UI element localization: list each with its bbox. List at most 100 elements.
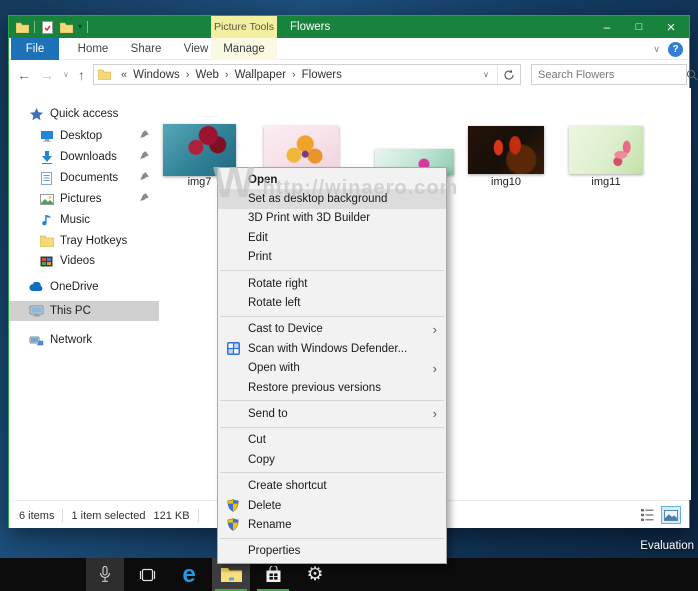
menu-item-open[interactable]: Open — [218, 170, 446, 189]
film-icon — [39, 254, 54, 269]
network-icon — [29, 333, 44, 348]
menu-item-3d-print[interactable]: 3D Print with 3D Builder — [218, 209, 446, 228]
menu-item-create-shortcut[interactable]: Create shortcut — [218, 476, 446, 495]
ribbon-tab-row: File Home Share View Manage ∨ ? — [9, 38, 689, 60]
address-folder-icon — [98, 69, 111, 80]
menu-item-rename[interactable]: Rename — [218, 515, 446, 534]
desktop-background: ▾ Picture Tools Flowers – □ × File Home … — [0, 0, 698, 591]
sidebar-item-desktop[interactable]: Desktop — [9, 126, 159, 146]
search-input[interactable] — [532, 68, 686, 81]
ribbon-collapse-chevron-icon[interactable]: ∨ — [653, 44, 660, 55]
details-view-icon[interactable] — [637, 506, 657, 524]
taskbar-microphone-button[interactable] — [86, 558, 124, 591]
tab-home[interactable]: Home — [71, 38, 115, 60]
refresh-icon[interactable] — [498, 65, 520, 84]
menu-item-cast-to-device[interactable]: Cast to Device › — [218, 320, 446, 339]
title-bar[interactable]: ▾ Picture Tools Flowers – □ × — [9, 16, 689, 38]
address-bar[interactable]: « Windows › Web › Wallpaper › Flowers ∨ — [93, 64, 521, 85]
sidebar-item-pictures[interactable]: Pictures — [9, 189, 159, 209]
file-thumbnail-img11[interactable] — [569, 126, 643, 174]
close-button[interactable]: × — [655, 16, 687, 38]
file-thumbnail-img8[interactable] — [264, 126, 339, 173]
breadcrumb-windows[interactable]: Windows — [131, 69, 182, 81]
sidebar-item-downloads[interactable]: Downloads — [9, 147, 159, 167]
taskbar-edge-button[interactable]: e — [170, 558, 208, 591]
submenu-arrow-icon: › — [432, 321, 437, 337]
menu-item-copy[interactable]: Copy — [218, 450, 446, 469]
sidebar-item-videos[interactable]: Videos — [9, 251, 159, 271]
menu-separator — [220, 472, 444, 474]
pin-icon — [140, 172, 149, 181]
navigation-pane: Quick access Desktop Downloads Documents… — [9, 88, 159, 500]
cloud-icon — [29, 280, 44, 295]
sidebar-item-music[interactable]: Music — [9, 210, 159, 230]
maximize-button[interactable]: □ — [623, 16, 655, 38]
history-dropdown-icon[interactable]: ∨ — [63, 70, 69, 79]
taskbar-task-view-button[interactable] — [128, 558, 166, 591]
sidebar-item-this-pc[interactable]: This PC — [9, 301, 159, 321]
uac-shield-icon — [218, 499, 248, 512]
sidebar-item-onedrive[interactable]: OneDrive — [9, 277, 159, 297]
download-arrow-icon — [39, 150, 54, 165]
address-dropdown-icon[interactable]: ∨ — [475, 65, 498, 84]
menu-item-properties[interactable]: Properties — [218, 542, 446, 561]
breadcrumb-prefix[interactable]: « — [117, 69, 131, 81]
qat-separator — [34, 21, 35, 33]
quick-access-toolbar: ▾ — [15, 16, 89, 38]
item-count: 6 items — [19, 509, 55, 522]
file-thumbnail-img10[interactable] — [468, 126, 544, 174]
file-label-img11[interactable]: img11 — [569, 176, 643, 188]
help-icon[interactable]: ? — [668, 41, 683, 57]
minimize-button[interactable]: – — [591, 16, 623, 38]
menu-item-cut[interactable]: Cut — [218, 431, 446, 450]
picture-icon — [39, 192, 54, 207]
menu-item-print[interactable]: Print — [218, 248, 446, 267]
tab-manage[interactable]: Manage — [211, 38, 277, 60]
menu-item-open-with[interactable]: Open with › — [218, 359, 446, 378]
properties-icon[interactable] — [40, 20, 54, 34]
folder-icon[interactable] — [15, 20, 29, 34]
breadcrumb-separator-icon: › — [224, 68, 229, 81]
sidebar-item-documents[interactable]: Documents — [9, 168, 159, 188]
settings-gear-icon: ⚙ — [306, 564, 324, 585]
sidebar-item-quick-access[interactable]: Quick access — [9, 104, 159, 124]
evaluation-watermark: Evaluation — [640, 540, 694, 552]
new-folder-icon[interactable] — [59, 20, 73, 34]
menu-item-set-as-desktop-background[interactable]: Set as desktop background — [218, 189, 446, 209]
menu-item-edit[interactable]: Edit — [218, 228, 446, 247]
status-divider — [62, 509, 64, 522]
menu-item-rotate-right[interactable]: Rotate right — [218, 274, 446, 293]
menu-item-rotate-left[interactable]: Rotate left — [218, 293, 446, 312]
back-button[interactable]: ← — [17, 67, 31, 83]
breadcrumb-web[interactable]: Web — [193, 69, 220, 81]
tab-file[interactable]: File — [11, 38, 59, 60]
selection-count: 1 item selected — [71, 509, 146, 522]
thumbnail-view-icon[interactable] — [661, 506, 681, 524]
breadcrumb-flowers[interactable]: Flowers — [300, 69, 344, 81]
breadcrumb-separator-icon: › — [185, 68, 190, 81]
qat-customize-dropdown-icon[interactable]: ▾ — [78, 23, 82, 31]
breadcrumb-wallpaper[interactable]: Wallpaper — [233, 69, 288, 81]
music-note-icon — [39, 213, 54, 228]
task-view-icon — [138, 568, 157, 582]
qat-separator — [87, 21, 89, 33]
desktop-icon — [39, 129, 54, 144]
file-label-img10[interactable]: img10 — [468, 176, 544, 188]
windows-defender-icon — [218, 342, 248, 356]
menu-item-scan-with-windows-defender[interactable]: Scan with Windows Defender... — [218, 339, 446, 358]
menu-item-send-to[interactable]: Send to › — [218, 404, 446, 423]
computer-icon — [29, 304, 44, 319]
search-box — [531, 64, 698, 85]
forward-button[interactable]: → — [40, 67, 54, 83]
up-button[interactable]: ↑ — [78, 67, 85, 83]
context-menu: Open Set as desktop background 3D Print … — [217, 167, 447, 565]
tab-share[interactable]: Share — [123, 38, 169, 60]
search-icon[interactable] — [686, 69, 698, 81]
menu-separator — [220, 426, 444, 428]
edge-icon: e — [182, 560, 196, 588]
sidebar-item-tray-hotkeys[interactable]: Tray Hotkeys — [9, 231, 159, 251]
menu-item-delete[interactable]: Delete — [218, 496, 446, 515]
sidebar-item-network[interactable]: Network — [9, 330, 159, 350]
menu-separator — [220, 537, 444, 539]
menu-item-restore-previous-versions[interactable]: Restore previous versions — [218, 378, 446, 397]
